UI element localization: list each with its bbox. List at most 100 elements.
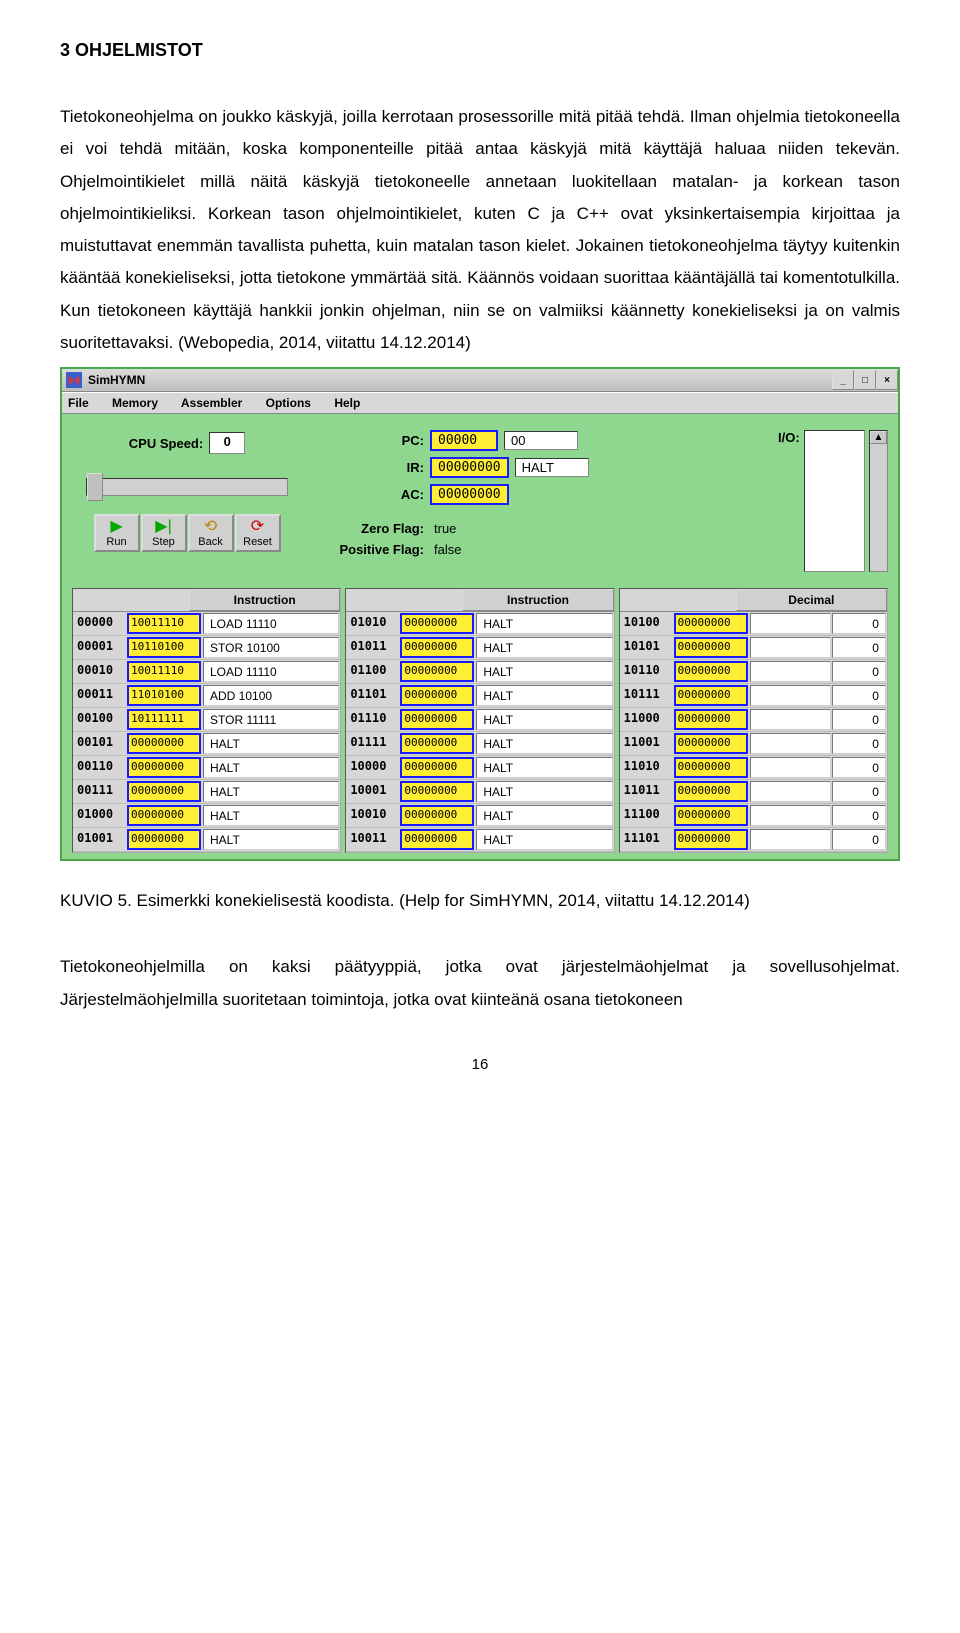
memory-binary-cell[interactable]: 00000000 (400, 805, 474, 826)
cpu-speed-value[interactable]: 0 (209, 432, 245, 454)
memory-decimal[interactable]: 0 (832, 661, 886, 682)
memory-instruction[interactable]: STOR 11111 (203, 709, 339, 730)
memory-instruction[interactable]: HALT (203, 757, 339, 778)
memory-row: 0011000000000HALT (73, 756, 340, 780)
memory-decimal[interactable]: 0 (832, 757, 886, 778)
memory-binary-cell[interactable]: 00000000 (400, 757, 474, 778)
memory-binary-cell[interactable]: 00000000 (400, 781, 474, 802)
memory-binary-cell[interactable]: 11010100 (127, 685, 201, 706)
memory-binary-cell[interactable]: 10111111 (127, 709, 201, 730)
reset-button[interactable]: ⟳Reset (235, 514, 281, 552)
memory-instruction[interactable]: HALT (203, 781, 339, 802)
memory-row: 0110000000000HALT (346, 660, 613, 684)
memory-binary-cell[interactable]: 00000000 (674, 829, 748, 850)
step-button[interactable]: ▶|Step (141, 514, 187, 552)
maximize-button[interactable]: □ (854, 370, 876, 390)
memory-binary-cell[interactable]: 00000000 (400, 709, 474, 730)
memory-decimal[interactable]: 0 (832, 829, 886, 850)
memory-binary-cell[interactable]: 00000000 (127, 781, 201, 802)
memory-row: 0000010011110LOAD 11110 (73, 612, 340, 636)
memory-column-2: Instruction 0101000000000HALT01011000000… (345, 588, 614, 853)
memory-address: 10110 (620, 660, 674, 683)
section-heading: 3 OHJELMISTOT (60, 40, 900, 61)
memory-address: 10000 (346, 756, 400, 779)
memory-instruction[interactable]: HALT (476, 829, 612, 850)
memory-row: 0011100000000HALT (73, 780, 340, 804)
memory-instruction[interactable]: HALT (476, 685, 612, 706)
memory-instruction[interactable]: HALT (476, 613, 612, 634)
pc-bin[interactable]: 00000 (430, 430, 498, 451)
memory-row: 0001111010100ADD 10100 (73, 684, 340, 708)
memory-binary-cell[interactable]: 00000000 (674, 757, 748, 778)
memory-binary-cell[interactable]: 00000000 (674, 661, 748, 682)
memory-decimal[interactable]: 0 (832, 781, 886, 802)
memory-binary-cell[interactable]: 00000000 (127, 757, 201, 778)
memory-binary-cell[interactable]: 00000000 (674, 685, 748, 706)
memory-decimal[interactable]: 0 (832, 613, 886, 634)
col2-header-instruction[interactable]: Instruction (462, 589, 613, 611)
memory-row: 11100000000000 (620, 804, 887, 828)
minimize-button[interactable]: _ (832, 370, 854, 390)
memory-instruction[interactable]: HALT (476, 733, 612, 754)
memory-instruction[interactable]: HALT (476, 757, 612, 778)
menu-help[interactable]: Help (334, 396, 360, 410)
menu-memory[interactable]: Memory (112, 396, 158, 410)
memory-instruction[interactable]: HALT (476, 781, 612, 802)
memory-binary-cell[interactable]: 00000000 (674, 613, 748, 634)
memory-instruction[interactable]: LOAD 11110 (203, 661, 339, 682)
memory-instruction[interactable]: LOAD 11110 (203, 613, 339, 634)
memory-binary-cell[interactable]: 00000000 (674, 637, 748, 658)
ir-bin[interactable]: 00000000 (430, 457, 509, 478)
memory-binary-cell[interactable]: 00000000 (400, 661, 474, 682)
memory-decimal[interactable]: 0 (832, 685, 886, 706)
memory-decimal[interactable]: 0 (832, 709, 886, 730)
titlebar[interactable]: SimHYMN _ □ × (62, 369, 898, 392)
memory-spacer (750, 709, 831, 730)
memory-binary-cell[interactable]: 00000000 (674, 733, 748, 754)
memory-binary-cell[interactable]: 10011110 (127, 613, 201, 634)
memory-decimal[interactable]: 0 (832, 733, 886, 754)
memory-row: 0101000000000HALT (346, 612, 613, 636)
memory-instruction[interactable]: ADD 10100 (203, 685, 339, 706)
menu-options[interactable]: Options (266, 396, 311, 410)
body-paragraph-2: Tietokoneohjelmilla on kaksi päätyyppiä,… (60, 951, 900, 1016)
memory-binary-cell[interactable]: 00000000 (127, 829, 201, 850)
memory-spacer (750, 781, 831, 802)
memory-instruction[interactable]: HALT (476, 661, 612, 682)
memory-binary-cell[interactable]: 00000000 (400, 829, 474, 850)
cpu-speed-slider[interactable] (86, 478, 288, 496)
memory-binary-cell[interactable]: 00000000 (127, 733, 201, 754)
ac-bin[interactable]: 00000000 (430, 484, 509, 505)
memory-instruction[interactable]: HALT (476, 709, 612, 730)
memory-address: 11001 (620, 732, 674, 755)
menu-assembler[interactable]: Assembler (181, 396, 242, 410)
memory-instruction[interactable]: HALT (203, 805, 339, 826)
memory-binary-cell[interactable]: 00000000 (674, 709, 748, 730)
memory-binary-cell[interactable]: 00000000 (400, 685, 474, 706)
memory-address: 11000 (620, 708, 674, 731)
io-scrollbar[interactable] (869, 430, 888, 572)
memory-binary-cell[interactable]: 00000000 (400, 637, 474, 658)
cpu-speed-label: CPU Speed: (129, 436, 203, 451)
memory-binary-cell[interactable]: 00000000 (400, 613, 474, 634)
memory-binary-cell[interactable]: 10110100 (127, 637, 201, 658)
memory-binary-cell[interactable]: 00000000 (400, 733, 474, 754)
menu-file[interactable]: File (68, 396, 89, 410)
back-button[interactable]: ⟲Back (188, 514, 234, 552)
memory-binary-cell[interactable]: 00000000 (674, 805, 748, 826)
memory-instruction[interactable]: HALT (203, 829, 339, 850)
memory-binary-cell[interactable]: 00000000 (674, 781, 748, 802)
col3-header-decimal[interactable]: Decimal (736, 589, 887, 611)
memory-binary-cell[interactable]: 10011110 (127, 661, 201, 682)
memory-instruction[interactable]: STOR 10100 (203, 637, 339, 658)
close-button[interactable]: × (876, 370, 898, 390)
memory-binary-cell[interactable]: 00000000 (127, 805, 201, 826)
run-button[interactable]: ▶Run (94, 514, 140, 552)
memory-decimal[interactable]: 0 (832, 805, 886, 826)
memory-decimal[interactable]: 0 (832, 637, 886, 658)
memory-instruction[interactable]: HALT (476, 637, 612, 658)
col1-header-instruction[interactable]: Instruction (189, 589, 340, 611)
memory-row: 1001100000000HALT (346, 828, 613, 852)
memory-instruction[interactable]: HALT (476, 805, 612, 826)
memory-instruction[interactable]: HALT (203, 733, 339, 754)
